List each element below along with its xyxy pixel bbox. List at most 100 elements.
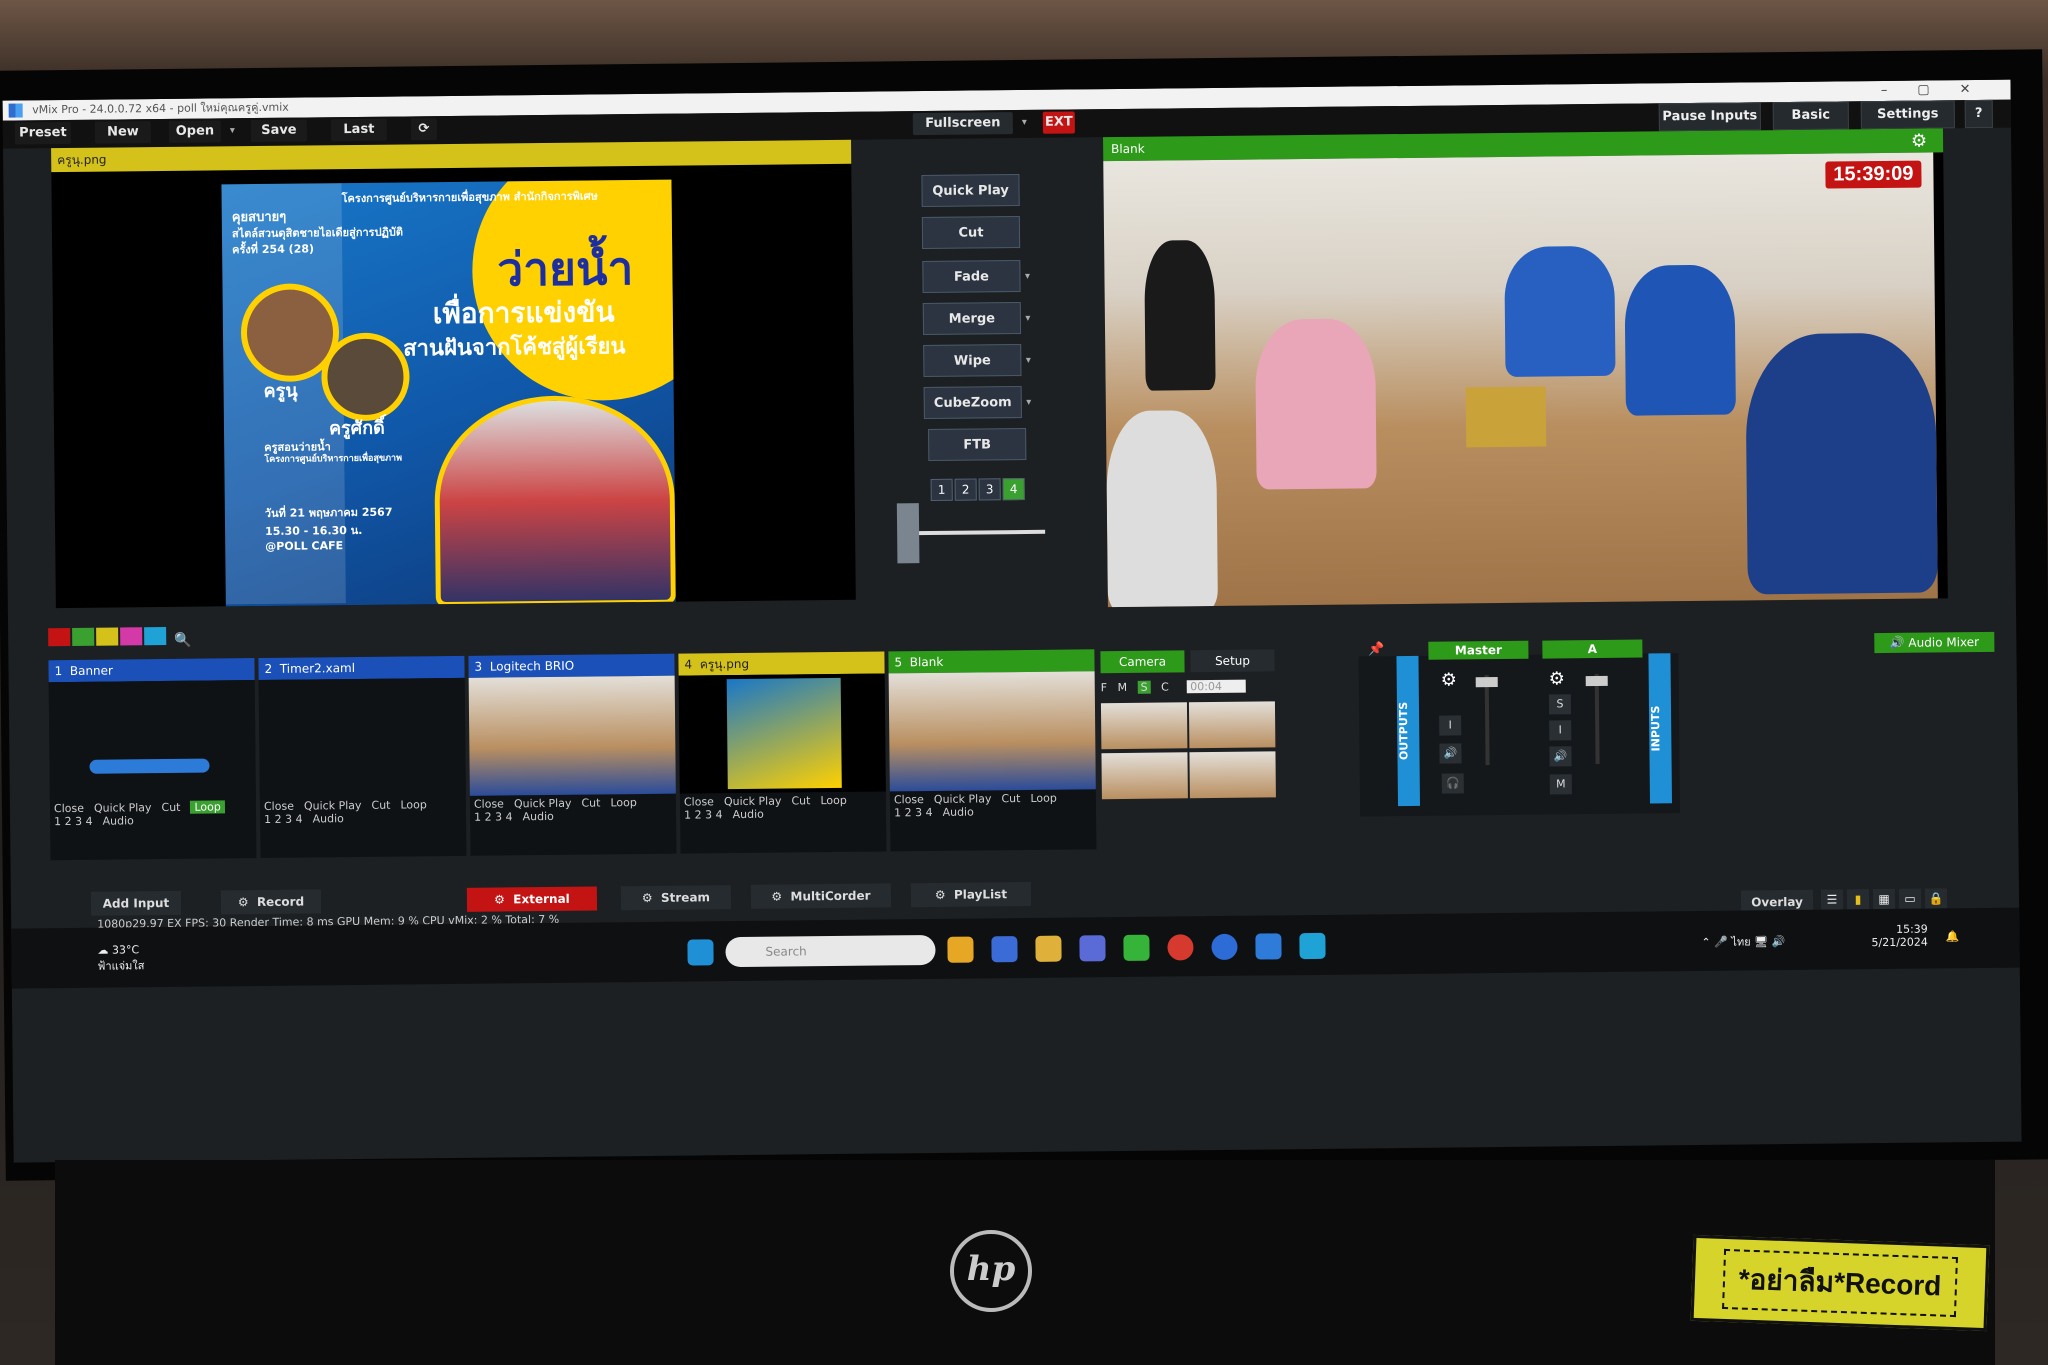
filter-pink[interactable]: [120, 627, 143, 646]
tray-icons[interactable]: ⌃ 🎤 ไทย 🖥 🔊: [1701, 932, 1785, 951]
quick-play-button[interactable]: Quick Play: [724, 795, 782, 809]
gear-icon[interactable]: ⚙: [1911, 131, 1927, 152]
c-button[interactable]: C: [1161, 680, 1169, 693]
save-button[interactable]: Save: [250, 119, 308, 143]
add-input-button[interactable]: Add Input: [90, 890, 182, 916]
master-fader[interactable]: [1475, 677, 1498, 688]
last-button[interactable]: Last: [330, 118, 387, 142]
teams-work-icon[interactable]: [1079, 935, 1106, 962]
pin-icon[interactable]: 📌: [1368, 642, 1384, 657]
tab-camera[interactable]: Camera: [1100, 650, 1185, 674]
quick-play-button[interactable]: Quick Play: [304, 799, 362, 813]
transition-1-button[interactable]: 1: [930, 478, 953, 501]
preview-window[interactable]: ครูนุ.png โครงการศูนย์บริหารกายเพื่อสุขภ…: [51, 139, 856, 609]
quick-play-button[interactable]: Quick Play: [921, 174, 1020, 208]
app-icon[interactable]: [1299, 932, 1326, 960]
multiview-2[interactable]: [1188, 701, 1276, 749]
transition-3-button[interactable]: 3: [978, 478, 1001, 501]
close-button[interactable]: Close: [474, 797, 504, 810]
chevron-down-icon[interactable]: ▾: [1022, 303, 1034, 335]
start-icon[interactable]: [687, 939, 714, 966]
help-button[interactable]: ?: [1964, 99, 1993, 129]
cut-button[interactable]: Cut: [791, 794, 810, 807]
multiview-3[interactable]: [1101, 752, 1188, 800]
record-button[interactable]: ⚙ Record: [220, 889, 322, 915]
fade-button[interactable]: Fade ▾: [922, 260, 1030, 294]
cut-button[interactable]: Cut: [581, 796, 600, 809]
audio-button[interactable]: Audio: [103, 814, 134, 827]
input-3[interactable]: 3 Logitech BRIO Close Quick Play Cut Loop 1 …: [468, 653, 677, 856]
headphones-icon[interactable]: 🎧: [1441, 773, 1464, 794]
master-info-button[interactable]: I: [1439, 715, 1462, 736]
close-button[interactable]: Close: [894, 793, 924, 806]
zoom-icon[interactable]: [1211, 933, 1238, 961]
loop-button[interactable]: Loop: [820, 794, 847, 807]
weather-widget[interactable]: ☁ 33°C ฟ้าแจ่มใส: [97, 943, 144, 974]
loop-button[interactable]: Loop: [1030, 792, 1057, 805]
teams-icon[interactable]: [991, 936, 1018, 963]
f-button[interactable]: F: [1101, 681, 1107, 694]
transition-2-button[interactable]: 2: [954, 478, 977, 501]
settings-button[interactable]: Settings: [1860, 100, 1955, 130]
input-1[interactable]: 1 Banner Close Quick Play Cut Loop 1 2 3 4 Au…: [48, 658, 257, 861]
merge-button[interactable]: Merge ▾: [922, 302, 1030, 336]
vmix-taskbar-icon[interactable]: [1255, 933, 1282, 960]
language-indicator[interactable]: ไทย: [1731, 935, 1750, 948]
input-5[interactable]: 5 Blank Close Quick Play Cut Loop 1 2 3 4 Aud…: [888, 649, 1097, 852]
close-button[interactable]: Close: [684, 795, 714, 808]
overlay-nums[interactable]: 1 2 3 4: [684, 808, 723, 821]
open-button[interactable]: Open: [168, 120, 222, 143]
s-button[interactable]: S: [1137, 680, 1151, 694]
refresh-icon[interactable]: ⟳: [410, 118, 437, 141]
filter-green[interactable]: [72, 627, 95, 646]
solo-button[interactable]: S: [1548, 694, 1572, 715]
widgets-icon[interactable]: [947, 936, 974, 963]
ftb-button[interactable]: FTB: [928, 427, 1027, 461]
close-button[interactable]: Close: [54, 802, 84, 815]
tab-setup[interactable]: Setup: [1190, 649, 1275, 673]
filter-blue[interactable]: [144, 626, 167, 646]
chevron-down-icon[interactable]: ▾: [1022, 345, 1034, 377]
input-2[interactable]: 2 Timer2.xaml Close Quick Play Cut Loop 1 2 …: [258, 655, 467, 859]
taskbar-clock[interactable]: 15:39 5/21/2024: [1871, 923, 1928, 950]
bell-icon[interactable]: 🔔: [1945, 930, 1959, 943]
filter-yellow[interactable]: [96, 627, 119, 646]
overlay-nums[interactable]: 1 2 3 4: [264, 813, 303, 826]
multiview-4[interactable]: [1189, 751, 1276, 799]
timecode-field[interactable]: 00:04: [1186, 679, 1247, 694]
loop-button[interactable]: Loop: [610, 796, 637, 809]
audio-button[interactable]: Audio: [942, 806, 973, 819]
monitor-icon[interactable]: ▭: [1898, 888, 1922, 909]
grid-view-icon[interactable]: ▦: [1872, 888, 1896, 910]
a-fader[interactable]: [1585, 675, 1608, 687]
chrome-icon[interactable]: [1167, 934, 1194, 961]
file-explorer-icon[interactable]: [1035, 935, 1062, 962]
chevron-down-icon[interactable]: ▾: [1023, 387, 1035, 419]
cut-button[interactable]: Cut: [161, 801, 180, 814]
speaker-icon[interactable]: 🔊: [1439, 743, 1462, 764]
mute-button[interactable]: M: [1549, 774, 1572, 795]
audio-button[interactable]: Audio: [313, 812, 344, 825]
input-4[interactable]: 4 ครูนุ.png Close Quick Play Cut Loop 1 2 3 …: [678, 651, 887, 854]
overlay-nums[interactable]: 1 2 3 4: [54, 815, 93, 828]
outputs-strip[interactable]: OUTPUTS: [1396, 655, 1421, 807]
cubezoom-button[interactable]: CubeZoom ▾: [923, 386, 1031, 420]
loop-button[interactable]: Loop: [190, 800, 225, 814]
transition-4-button[interactable]: 4: [1002, 477, 1025, 501]
multiview-1[interactable]: [1100, 702, 1188, 750]
speaker-icon[interactable]: 🔊: [1549, 746, 1572, 767]
m-button[interactable]: M: [1118, 681, 1128, 694]
pause-inputs-button[interactable]: Pause Inputs: [1658, 102, 1761, 132]
basic-button[interactable]: Basic: [1772, 101, 1849, 131]
preset-button[interactable]: Preset: [14, 121, 72, 145]
window-controls[interactable]: –▢✕: [1881, 80, 2001, 101]
fullscreen-button[interactable]: Fullscreen: [912, 112, 1013, 136]
cut-button[interactable]: Cut: [1001, 792, 1020, 805]
audio-button[interactable]: Audio: [523, 810, 554, 823]
search-icon[interactable]: 🔍: [174, 633, 192, 649]
line-icon[interactable]: [1123, 934, 1150, 961]
lock-icon[interactable]: 🔒: [1924, 888, 1948, 909]
quick-play-button[interactable]: Quick Play: [934, 792, 992, 806]
playlist-button[interactable]: ⚙ PlayList: [910, 881, 1032, 908]
stream-button[interactable]: ⚙ Stream: [620, 885, 732, 911]
